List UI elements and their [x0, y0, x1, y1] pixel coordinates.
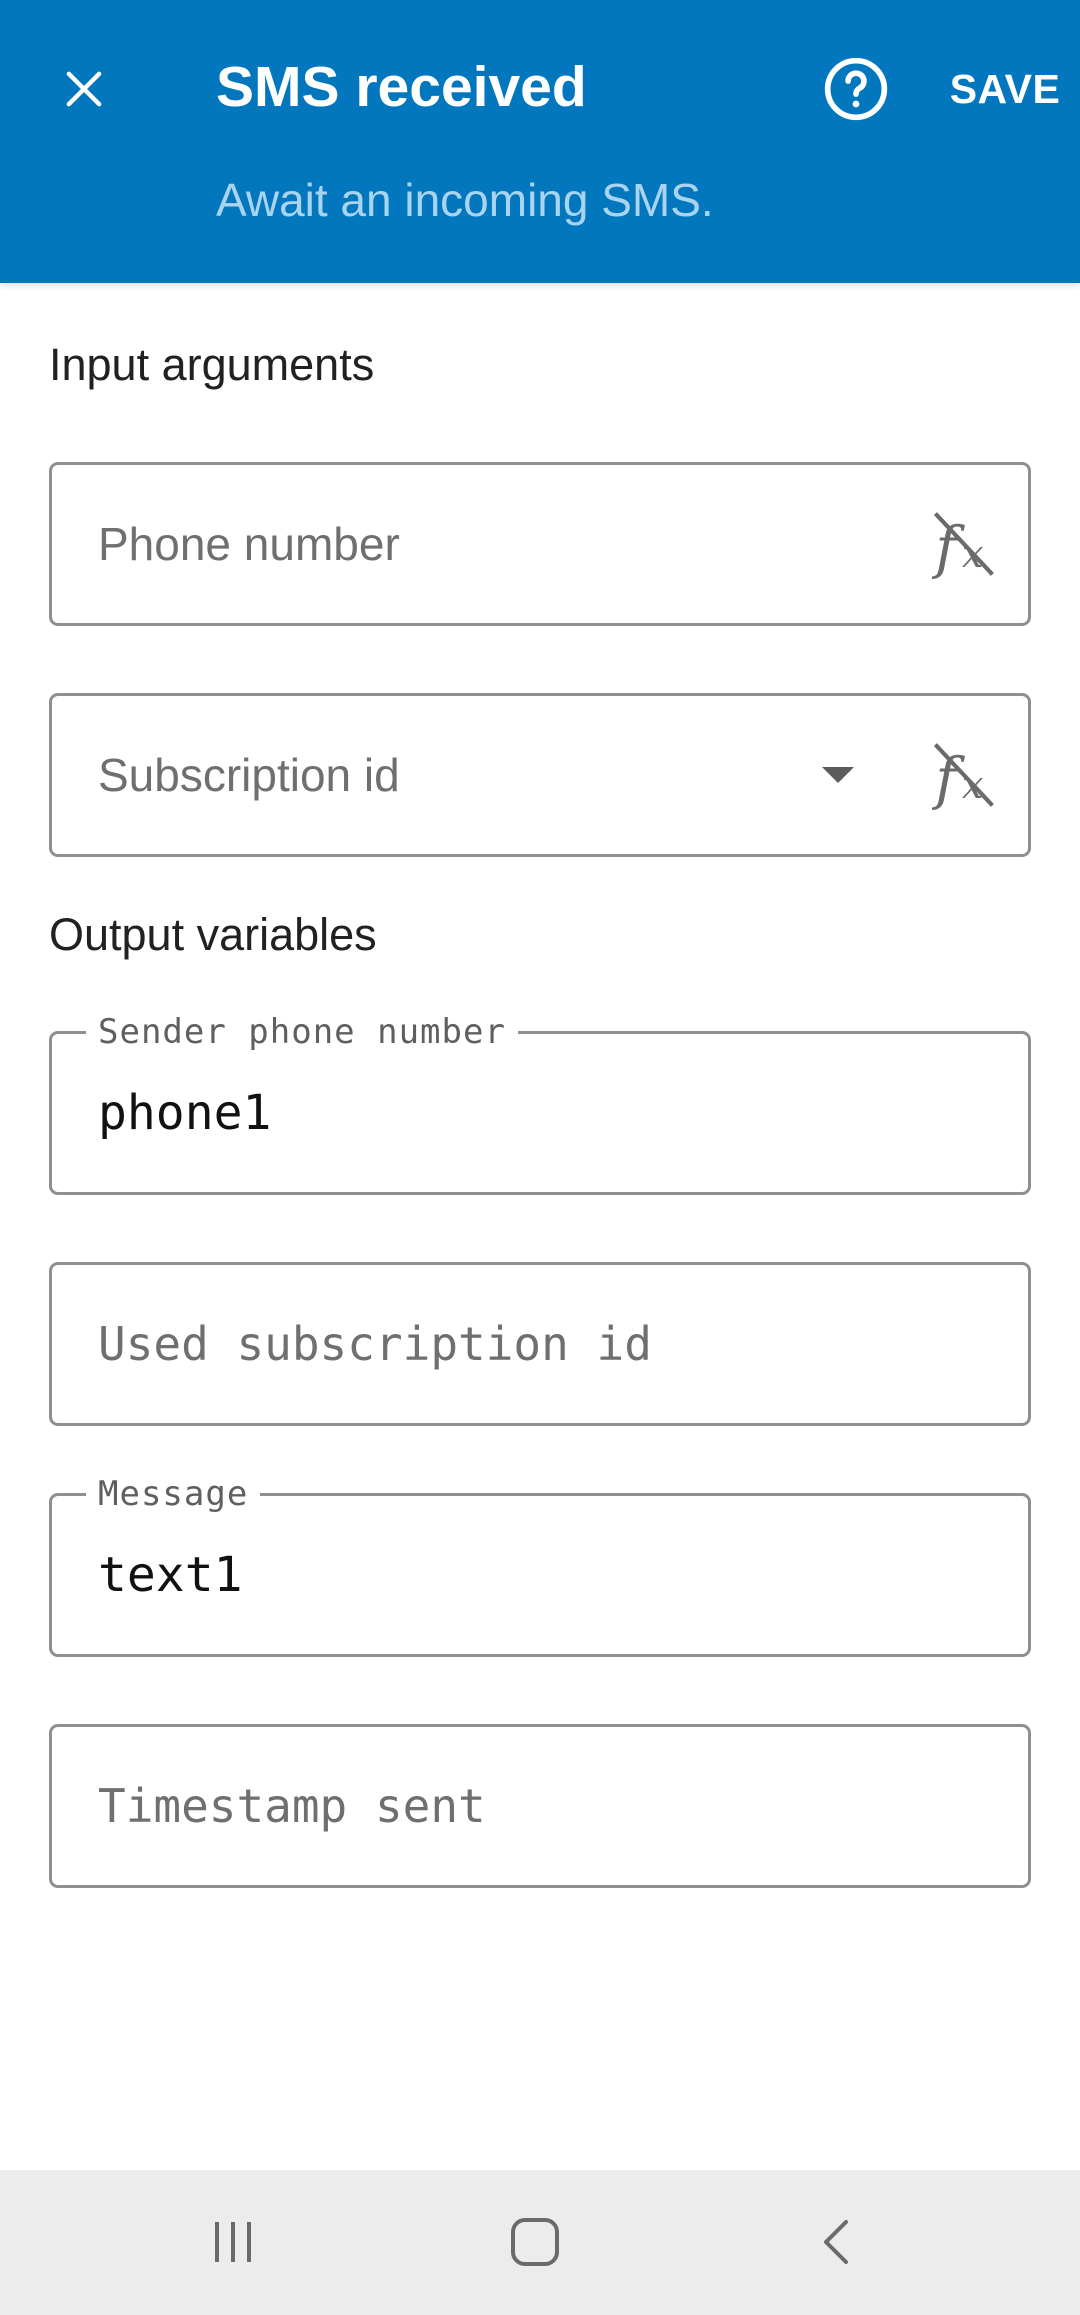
back-icon [824, 2220, 848, 2264]
close-button[interactable] [40, 45, 128, 133]
subscription-dropdown-button[interactable] [808, 745, 868, 805]
help-circle-icon [824, 57, 888, 121]
sender-phone-number-label: Sender phone number [86, 1012, 518, 1052]
message-field[interactable]: Message text1 [49, 1474, 1031, 1657]
subscription-id-placeholder: Subscription id [98, 749, 400, 801]
function-off-icon: f x [931, 512, 994, 581]
help-button[interactable] [812, 45, 900, 133]
function-toggle-button[interactable]: f x [924, 506, 1000, 582]
page-title: SMS received [216, 55, 587, 119]
recents-icon [215, 2222, 251, 2262]
sender-phone-number-field[interactable]: Sender phone number phone1 [49, 1012, 1031, 1195]
output-variables-heading: Output variables [49, 909, 377, 960]
app-bar: SMS received Await an incoming SMS. SAVE [0, 0, 1080, 283]
used-subscription-id-placeholder: Used subscription id [98, 1317, 652, 1371]
save-button[interactable]: SAVE [940, 45, 1070, 133]
timestamp-sent-placeholder: Timestamp sent [98, 1779, 486, 1833]
recents-button[interactable] [183, 2192, 283, 2292]
timestamp-sent-field[interactable]: Timestamp sent [49, 1724, 1031, 1888]
message-label: Message [86, 1474, 261, 1514]
function-toggle-button[interactable]: f x [924, 737, 1000, 813]
sender-phone-number-value: phone1 [98, 1085, 272, 1141]
input-arguments-heading: Input arguments [49, 339, 375, 390]
message-value: text1 [98, 1547, 243, 1603]
used-subscription-id-field[interactable]: Used subscription id [49, 1262, 1031, 1426]
page-subtitle: Await an incoming SMS. [216, 174, 714, 226]
dropdown-arrow-icon [822, 767, 854, 783]
function-off-icon: f x [931, 743, 994, 812]
subscription-id-field[interactable]: Subscription id f x [49, 693, 1031, 857]
phone-number-field[interactable]: Phone number f x [49, 462, 1031, 626]
close-icon [66, 71, 102, 107]
system-nav-bar [0, 2170, 1080, 2315]
phone-number-placeholder: Phone number [98, 518, 400, 570]
back-button[interactable] [788, 2192, 888, 2292]
home-button[interactable] [485, 2192, 585, 2292]
home-icon [511, 2218, 559, 2266]
